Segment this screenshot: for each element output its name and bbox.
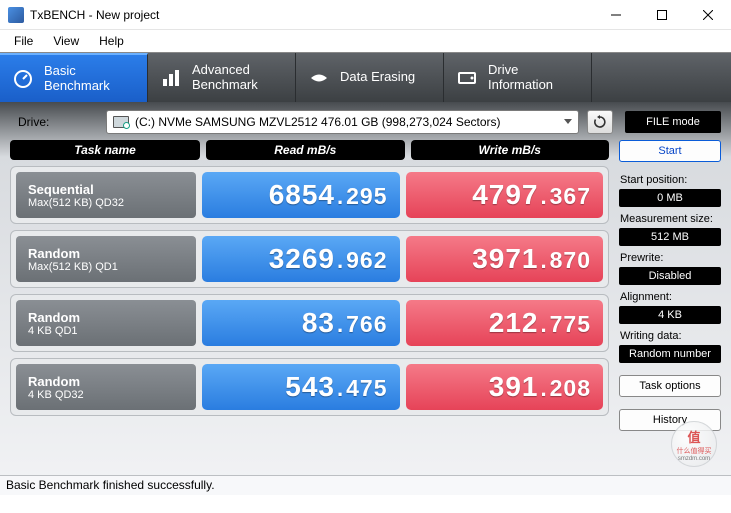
prewrite-label: Prewrite:	[619, 252, 721, 264]
disk-icon	[113, 116, 129, 128]
read-value: 543.475	[202, 364, 400, 410]
row-title: Random	[28, 310, 184, 325]
menu-view[interactable]: View	[43, 32, 89, 50]
row-subtitle: 4 KB QD1	[28, 325, 184, 337]
alignment-label: Alignment:	[619, 291, 721, 303]
write-value: 391.208	[406, 364, 604, 410]
results-column: Task name Read mB/s Write mB/s Sequentia…	[10, 140, 609, 431]
close-button[interactable]	[685, 0, 731, 29]
menu-file[interactable]: File	[4, 32, 43, 50]
row-label: Sequential Max(512 KB) QD32	[16, 172, 196, 218]
drive-icon	[456, 67, 478, 89]
writing-data-value[interactable]: Random number	[619, 345, 721, 363]
alignment-value[interactable]: 4 KB	[619, 306, 721, 324]
erase-icon	[308, 67, 330, 89]
row-label: Random Max(512 KB) QD1	[16, 236, 196, 282]
writing-data-label: Writing data:	[619, 330, 721, 342]
task-options-button[interactable]: Task options	[619, 375, 721, 397]
tab-data-erasing[interactable]: Data Erasing	[296, 53, 444, 102]
drive-select[interactable]: (C:) NVMe SAMSUNG MZVL2512 476.01 GB (99…	[106, 110, 579, 134]
tab-advanced-benchmark[interactable]: Advanced Benchmark	[148, 53, 296, 102]
header-read: Read mB/s	[206, 140, 405, 160]
write-value: 3971.870	[406, 236, 604, 282]
row-label: Random 4 KB QD1	[16, 300, 196, 346]
menu-help[interactable]: Help	[89, 32, 134, 50]
refresh-icon	[593, 115, 607, 129]
row-title: Random	[28, 374, 184, 389]
drive-label: Drive:	[10, 115, 98, 129]
write-value: 4797.367	[406, 172, 604, 218]
start-button[interactable]: Start	[619, 140, 721, 162]
start-position-value[interactable]: 0 MB	[619, 189, 721, 207]
tab-label: Data Erasing	[340, 70, 415, 85]
row-title: Sequential	[28, 182, 184, 197]
tab-label: Advanced Benchmark	[192, 63, 258, 93]
row-title: Random	[28, 246, 184, 261]
refresh-button[interactable]	[587, 110, 613, 134]
watermark: 值 什么值得买 smzdm.com	[671, 421, 717, 467]
write-value: 212.775	[406, 300, 604, 346]
file-mode-button[interactable]: FILE mode	[625, 111, 721, 133]
gauge-icon	[12, 68, 34, 90]
tab-bar: Basic Benchmark Advanced Benchmark Data …	[0, 52, 731, 102]
drive-selected-text: (C:) NVMe SAMSUNG MZVL2512 476.01 GB (99…	[135, 115, 501, 129]
read-value: 83.766	[202, 300, 400, 346]
tab-label: Drive Information	[488, 63, 553, 93]
row-subtitle: 4 KB QD32	[28, 389, 184, 401]
window-title: TxBENCH - New project	[30, 8, 593, 22]
side-panel: Start Start position: 0 MB Measurement s…	[619, 140, 721, 431]
result-row: Sequential Max(512 KB) QD32 6854.295 479…	[10, 166, 609, 224]
tab-basic-benchmark[interactable]: Basic Benchmark	[0, 53, 148, 102]
start-position-label: Start position:	[619, 174, 721, 186]
read-value: 6854.295	[202, 172, 400, 218]
chevron-down-icon	[564, 119, 572, 124]
menu-bar: File View Help	[0, 30, 731, 52]
header-task: Task name	[10, 140, 200, 160]
window-titlebar: TxBENCH - New project	[0, 0, 731, 30]
header-write: Write mB/s	[411, 140, 610, 160]
tab-drive-information[interactable]: Drive Information	[444, 53, 592, 102]
prewrite-value[interactable]: Disabled	[619, 267, 721, 285]
row-subtitle: Max(512 KB) QD32	[28, 197, 184, 209]
row-label: Random 4 KB QD32	[16, 364, 196, 410]
tab-label: Basic Benchmark	[44, 64, 110, 94]
result-row: Random 4 KB QD1 83.766 212.775	[10, 294, 609, 352]
measurement-size-value[interactable]: 512 MB	[619, 228, 721, 246]
measurement-size-label: Measurement size:	[619, 213, 721, 225]
result-row: Random 4 KB QD32 543.475 391.208	[10, 358, 609, 416]
minimize-button[interactable]	[593, 0, 639, 29]
status-bar: Basic Benchmark finished successfully.	[0, 475, 731, 495]
drive-row: Drive: (C:) NVMe SAMSUNG MZVL2512 476.01…	[10, 110, 721, 134]
result-row: Random Max(512 KB) QD1 3269.962 3971.870	[10, 230, 609, 288]
row-subtitle: Max(512 KB) QD1	[28, 261, 184, 273]
read-value: 3269.962	[202, 236, 400, 282]
maximize-button[interactable]	[639, 0, 685, 29]
content-area: Drive: (C:) NVMe SAMSUNG MZVL2512 476.01…	[0, 102, 731, 495]
app-icon	[8, 7, 24, 23]
bars-icon	[160, 67, 182, 89]
